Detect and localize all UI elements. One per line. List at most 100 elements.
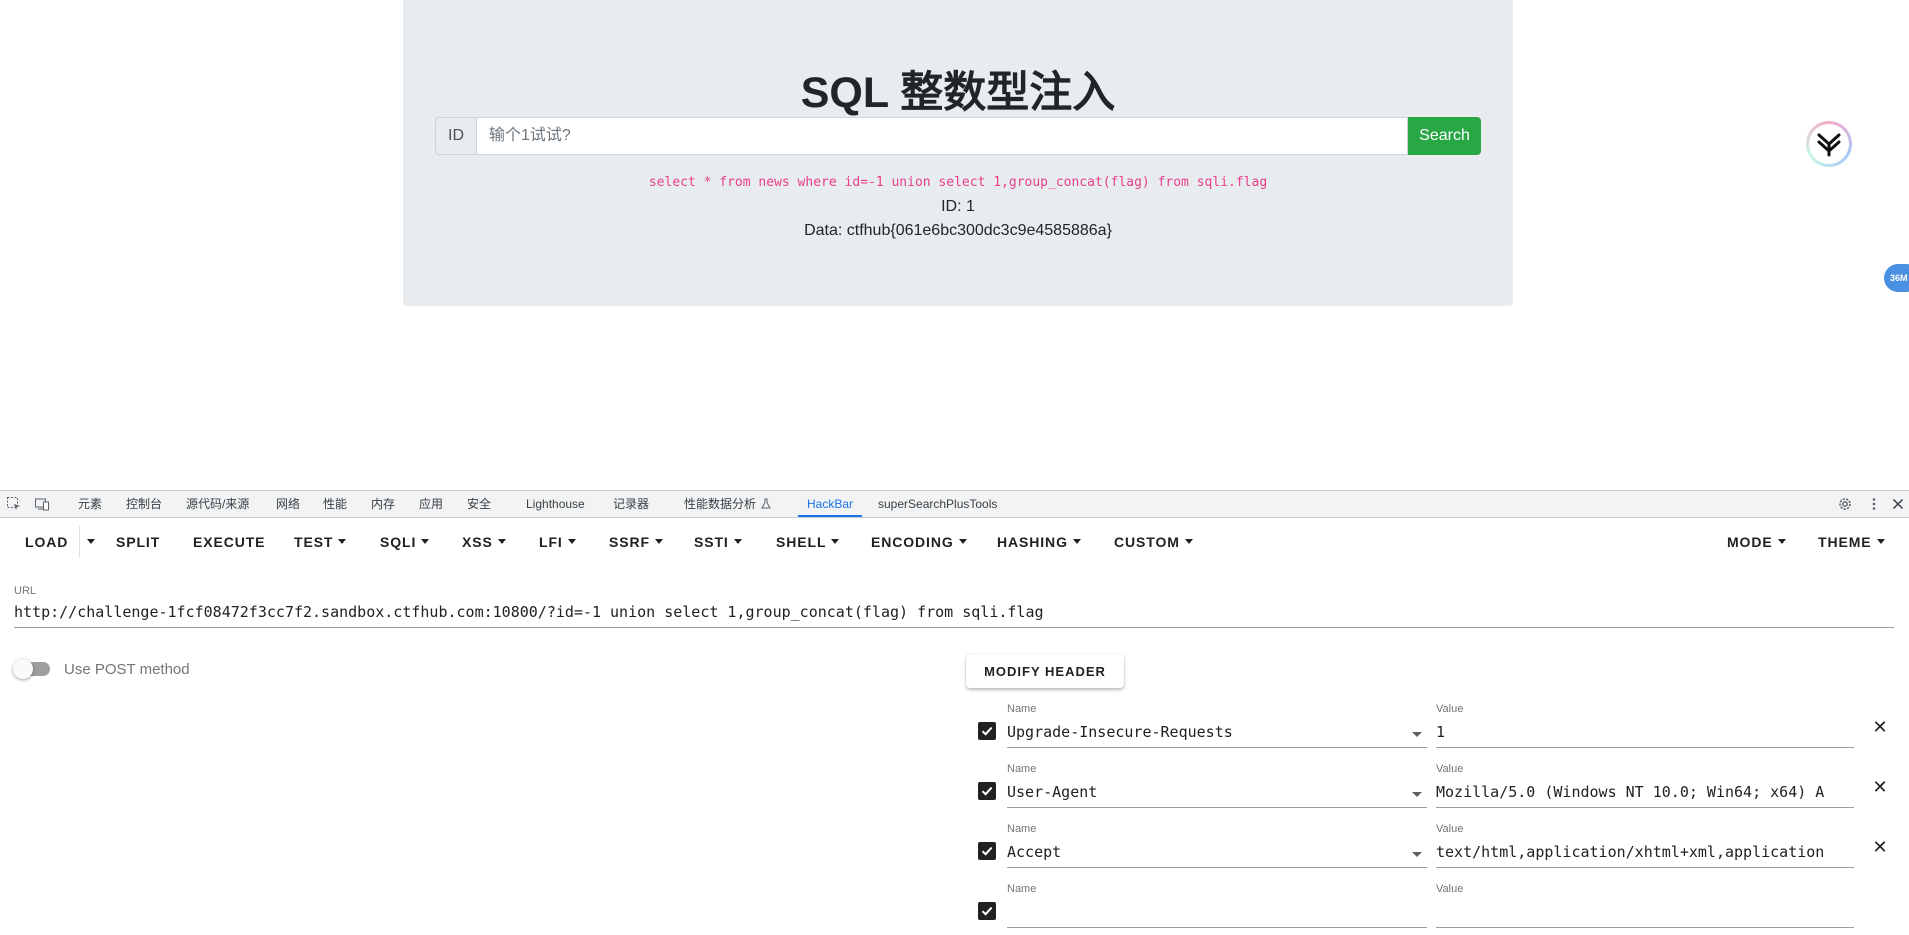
tab-console[interactable]: 控制台 bbox=[126, 491, 162, 517]
chevron-down-icon bbox=[1072, 538, 1081, 544]
header-row: Name Accept Value text/html,application/… bbox=[966, 823, 1906, 875]
remove-header-icon[interactable]: ✕ bbox=[1870, 837, 1890, 857]
header-value-input[interactable]: 1 bbox=[1436, 723, 1854, 748]
remove-header-icon[interactable]: ✕ bbox=[1870, 717, 1890, 737]
ssti-menu-label: SSTI bbox=[694, 534, 729, 550]
tab-performance-insights-label: 性能数据分析 bbox=[684, 497, 757, 511]
device-toolbar-icon[interactable] bbox=[34, 496, 50, 512]
header-value-input[interactable]: text/html,application/xhtml+xml,applicat… bbox=[1436, 843, 1854, 868]
load-divider bbox=[79, 526, 80, 558]
sqli-menu[interactable]: SQLI bbox=[380, 518, 430, 566]
checkmark-icon bbox=[981, 786, 993, 796]
header-name-dropdown-icon[interactable] bbox=[1412, 852, 1422, 857]
header-name-dropdown-icon[interactable] bbox=[1412, 792, 1422, 797]
url-input[interactable]: http://challenge-1fcf08472f3cc7f2.sandbo… bbox=[14, 603, 1894, 628]
post-method-toggle[interactable] bbox=[13, 659, 50, 679]
load-dropdown-button[interactable] bbox=[82, 518, 95, 566]
tab-network[interactable]: 网络 bbox=[276, 491, 300, 517]
header-name-label: Name bbox=[1007, 763, 1037, 775]
flask-icon bbox=[761, 498, 771, 509]
devtools-tabbar: 元素 控制台 源代码/来源 网络 性能 内存 应用 安全 Lighthouse … bbox=[0, 491, 1909, 518]
header-name-input[interactable]: Upgrade-Insecure-Requests bbox=[1007, 723, 1427, 748]
ssrf-menu[interactable]: SSRF bbox=[609, 518, 663, 566]
tab-elements[interactable]: 元素 bbox=[78, 491, 102, 517]
side-badge[interactable]: 36M bbox=[1884, 264, 1909, 292]
header-enabled-checkbox[interactable] bbox=[978, 782, 996, 800]
devtools-panel: 元素 控制台 源代码/来源 网络 性能 内存 应用 安全 Lighthouse … bbox=[0, 490, 1909, 928]
xss-menu-label: XSS bbox=[462, 534, 493, 550]
tab-sources[interactable]: 源代码/来源 bbox=[186, 491, 249, 517]
search-id-prepend: ID bbox=[435, 117, 476, 155]
settings-gear-icon[interactable] bbox=[1837, 496, 1853, 512]
header-name-dropdown-icon[interactable] bbox=[1412, 732, 1422, 737]
header-enabled-checkbox[interactable] bbox=[978, 842, 996, 860]
sql-query-text: select * from news where id=-1 union sel… bbox=[648, 175, 1268, 190]
header-name-input[interactable] bbox=[1007, 903, 1427, 928]
chevron-down-icon bbox=[1184, 538, 1193, 544]
lfi-menu[interactable]: LFI bbox=[539, 518, 576, 566]
custom-menu[interactable]: CUSTOM bbox=[1114, 518, 1193, 566]
xss-menu[interactable]: XSS bbox=[462, 518, 506, 566]
chevron-down-icon bbox=[1876, 538, 1885, 544]
theme-menu-label: THEME bbox=[1818, 534, 1872, 550]
modify-header-button[interactable]: MODIFY HEADER bbox=[966, 654, 1124, 688]
tab-recorder[interactable]: 记录器 bbox=[613, 491, 649, 517]
header-name-label: Name bbox=[1007, 823, 1037, 835]
header-name-label: Name bbox=[1007, 703, 1037, 715]
custom-menu-label: CUSTOM bbox=[1114, 534, 1180, 550]
mode-menu-label: MODE bbox=[1727, 534, 1773, 550]
header-value-label: Value bbox=[1436, 763, 1464, 775]
ssti-menu[interactable]: SSTI bbox=[694, 518, 742, 566]
header-value-label: Value bbox=[1436, 823, 1464, 835]
split-button[interactable]: SPLIT bbox=[116, 518, 160, 566]
url-label: URL bbox=[14, 585, 37, 597]
hashing-menu[interactable]: HASHING bbox=[997, 518, 1081, 566]
tab-lighthouse[interactable]: Lighthouse bbox=[526, 491, 585, 517]
extension-float-icon[interactable] bbox=[1806, 121, 1852, 167]
search-input[interactable] bbox=[476, 117, 1408, 155]
execute-button[interactable]: EXECUTE bbox=[193, 518, 265, 566]
tab-performance[interactable]: 性能 bbox=[323, 491, 347, 517]
header-value-label: Value bbox=[1436, 883, 1464, 895]
header-row: Name Value bbox=[966, 883, 1906, 935]
search-button[interactable]: Search bbox=[1408, 117, 1481, 155]
tab-security[interactable]: 安全 bbox=[467, 491, 491, 517]
header-row: Name Upgrade-Insecure-Requests Value 1 ✕ bbox=[966, 703, 1906, 755]
remove-header-icon[interactable]: ✕ bbox=[1870, 777, 1890, 797]
chevron-down-icon bbox=[567, 538, 576, 544]
page-title: SQL 整数型注入 bbox=[800, 69, 1116, 117]
header-name-input[interactable]: Accept bbox=[1007, 843, 1427, 868]
chevron-down-icon bbox=[1777, 538, 1786, 544]
ssrf-menu-label: SSRF bbox=[609, 534, 650, 550]
chevron-down-icon bbox=[421, 538, 430, 544]
encoding-menu[interactable]: ENCODING bbox=[871, 518, 967, 566]
close-devtools-icon[interactable] bbox=[1890, 496, 1906, 512]
load-button[interactable]: LOAD bbox=[25, 518, 68, 566]
hackbar-toolbar: LOAD SPLIT EXECUTE TEST SQLI XSS LFI SSR… bbox=[0, 518, 1909, 566]
header-enabled-checkbox[interactable] bbox=[978, 722, 996, 740]
mode-menu[interactable]: MODE bbox=[1727, 518, 1786, 566]
header-name-label: Name bbox=[1007, 883, 1037, 895]
shell-menu[interactable]: SHELL bbox=[776, 518, 840, 566]
theme-menu[interactable]: THEME bbox=[1818, 518, 1885, 566]
header-value-input[interactable]: Mozilla/5.0 (Windows NT 10.0; Win64; x64… bbox=[1436, 783, 1854, 808]
chevron-down-icon bbox=[87, 538, 95, 544]
test-menu[interactable]: TEST bbox=[294, 518, 347, 566]
more-options-icon[interactable] bbox=[1866, 496, 1882, 512]
post-method-label: Use POST method bbox=[64, 661, 190, 678]
checkmark-icon bbox=[981, 726, 993, 736]
tab-application[interactable]: 应用 bbox=[419, 491, 443, 517]
header-enabled-checkbox[interactable] bbox=[978, 902, 996, 920]
header-name-input[interactable]: User-Agent bbox=[1007, 783, 1427, 808]
tab-hackbar[interactable]: HackBar bbox=[798, 491, 863, 517]
chevron-down-icon bbox=[338, 538, 347, 544]
tab-supersearchplustools[interactable]: superSearchPlusTools bbox=[878, 491, 997, 517]
tab-memory[interactable]: 内存 bbox=[371, 491, 395, 517]
test-menu-label: TEST bbox=[294, 534, 334, 550]
result-id: ID: 1 bbox=[941, 198, 975, 215]
header-value-input[interactable] bbox=[1436, 903, 1854, 928]
chevron-down-icon bbox=[733, 538, 742, 544]
chevron-down-icon bbox=[958, 538, 967, 544]
tab-performance-insights[interactable]: 性能数据分析 bbox=[684, 491, 771, 517]
inspect-element-icon[interactable] bbox=[6, 496, 22, 512]
